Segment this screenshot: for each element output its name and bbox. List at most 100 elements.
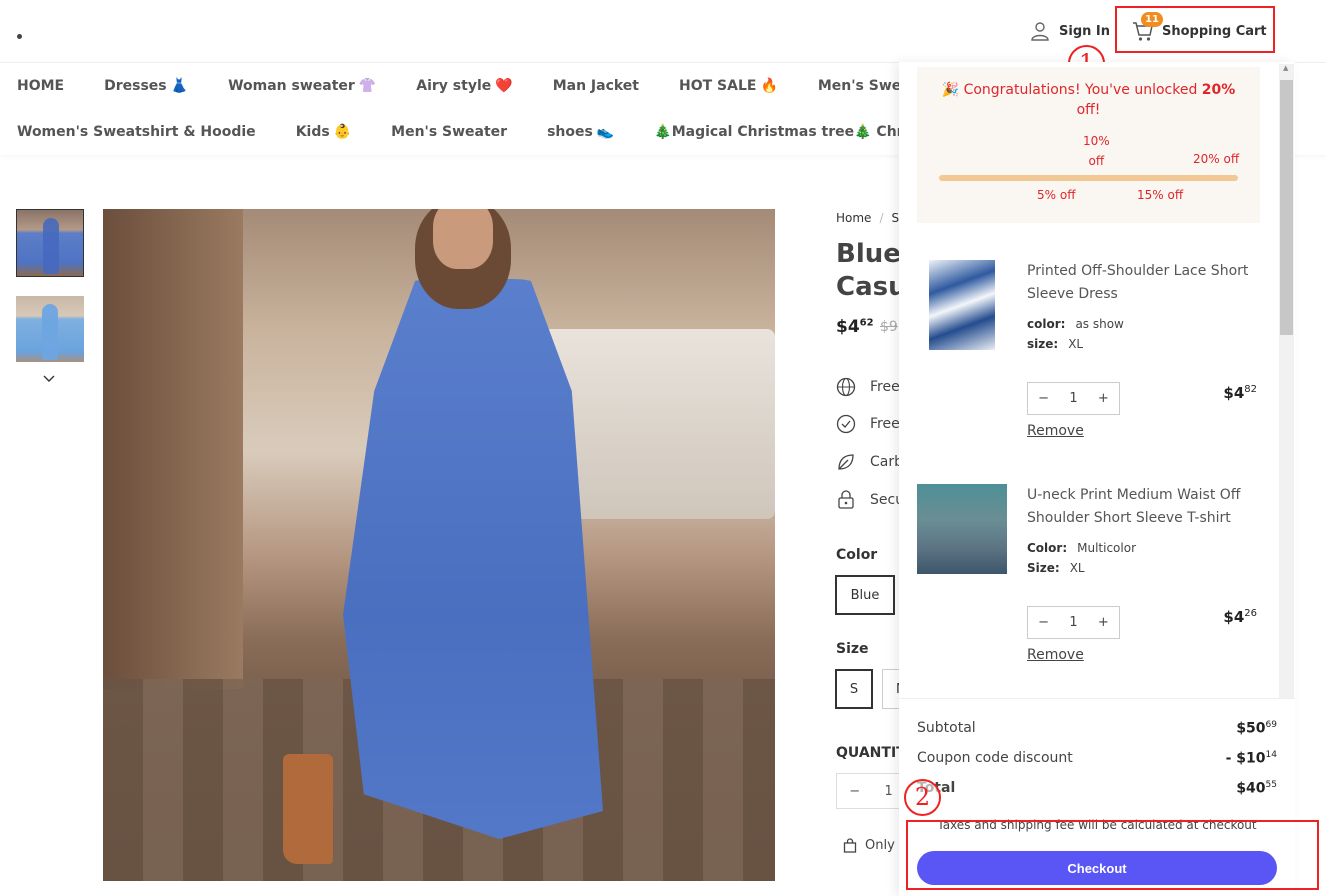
breadcrumb-category[interactable]: S <box>891 211 899 225</box>
nav-item[interactable]: shoes 👟 <box>547 124 614 140</box>
nav-item-label: Men's Sweater <box>391 124 508 140</box>
color-option-blue[interactable]: Blue <box>835 575 895 615</box>
promo-message: 🎉 Congratulations! You've unlocked 20% o… <box>941 82 1236 118</box>
cart-item-attribute: Color: Multicolor <box>1027 541 1137 555</box>
subtotal-label: Subtotal <box>917 720 976 736</box>
promo-banner: 🎉 Congratulations! You've unlocked 20% o… <box>917 67 1260 223</box>
cart-item-attribute: color: as show <box>1027 317 1124 331</box>
annotation-number-2: 2 <box>904 779 941 816</box>
nav-item[interactable]: HOT SALE 🔥 <box>679 78 778 94</box>
nav-item-emoji: 👶 <box>333 124 352 140</box>
nav-row-secondary: Women's Sweatshirt & Hoodie Kids 👶 Men's Sw… <box>17 124 970 140</box>
checkout-button[interactable]: Checkout <box>917 851 1277 885</box>
product-price: $462 <box>836 317 874 337</box>
coupon-row: Coupon code discount - $1014 <box>917 750 1277 767</box>
breadcrumb: Home / S <box>836 211 900 225</box>
tier-5-label: 5% off <box>1037 188 1076 202</box>
leaf-icon <box>838 454 854 470</box>
bag-icon <box>843 838 857 853</box>
annotation-box-cart <box>1115 6 1275 53</box>
total-row: Total $4055 <box>917 780 1277 797</box>
feature-text: Free <box>870 379 900 395</box>
tier-10-label: 10% off <box>1083 134 1110 168</box>
sign-in-label: Sign In <box>1059 23 1110 39</box>
scroll-up-icon[interactable]: ▲ <box>1283 64 1288 72</box>
product-thumbnail[interactable] <box>16 296 84 362</box>
site-logo[interactable] <box>17 34 22 39</box>
cart-item-price: $426 <box>1223 608 1257 626</box>
user-icon <box>1031 22 1049 41</box>
nav-item-label: Dresses <box>104 78 167 94</box>
stock-notice: Only <box>843 838 895 853</box>
cart-item-name[interactable]: Printed Off-Shoulder Lace Short Sleeve D… <box>1027 260 1257 306</box>
feature-text: Free <box>870 416 900 432</box>
nav-row-primary: HOME Dresses 👗 Woman sweater 👚 Airy style ❤️ Ma… <box>17 78 954 94</box>
minus-icon[interactable]: − <box>1038 391 1049 406</box>
breadcrumb-home[interactable]: Home <box>836 211 871 225</box>
cart-item-name[interactable]: U-neck Print Medium Waist Off Shoulder S… <box>1027 484 1257 530</box>
nav-item-emoji: 👗 <box>170 78 189 94</box>
lock-icon <box>838 490 854 509</box>
nav-item-label: Kids <box>295 124 330 140</box>
tier-15-label: 15% off <box>1137 188 1184 202</box>
nav-item[interactable]: Dresses 👗 <box>104 78 188 94</box>
sign-in-link[interactable]: Sign In <box>1030 20 1110 42</box>
color-label: Color <box>836 547 878 563</box>
nav-item-emoji: 👚 <box>358 78 377 94</box>
nav-item-label: HOME <box>17 78 65 94</box>
nav-item-emoji: 👟 <box>596 124 615 140</box>
promo-progress-bar <box>939 175 1238 181</box>
check-circle-icon <box>836 414 856 434</box>
tax-note: Taxes and shipping fee will be calculate… <box>937 818 1257 832</box>
tier-20-label: 20% off <box>1193 152 1240 166</box>
total-value: $4055 <box>1236 780 1277 797</box>
feature-row: Secu <box>836 490 904 510</box>
nav-item-emoji: ❤️ <box>495 78 513 94</box>
plus-icon[interactable]: + <box>1098 391 1109 406</box>
nav-item-label: Airy style <box>416 78 492 94</box>
subtotal-value: $5069 <box>1236 720 1277 737</box>
cart-item-image[interactable] <box>917 484 1007 574</box>
feature-row: Carb <box>836 452 903 472</box>
cart-item-attribute: size: XL <box>1027 337 1084 351</box>
nav-item[interactable]: Woman sweater 👚 <box>228 78 376 94</box>
quantity-stepper[interactable]: − 1 + <box>1027 382 1120 415</box>
size-label: Size <box>836 641 869 657</box>
nav-item-label: HOT SALE <box>678 78 757 94</box>
quantity-value[interactable]: 1 <box>1069 615 1077 630</box>
remove-button[interactable]: Remove <box>1027 647 1084 663</box>
product-main-image[interactable] <box>103 209 775 881</box>
product-old-price: $9 <box>880 319 898 335</box>
nav-item[interactable]: Man Jacket <box>553 78 639 94</box>
minus-icon[interactable]: − <box>1038 615 1049 630</box>
cart-item-attribute: Size: XL <box>1027 561 1085 575</box>
remove-button[interactable]: Remove <box>1027 423 1084 439</box>
product-quantity-value[interactable]: 1 <box>885 784 893 799</box>
globe-icon <box>836 377 856 397</box>
minus-icon[interactable]: − <box>849 784 860 799</box>
quantity-value[interactable]: 1 <box>1069 391 1077 406</box>
feature-row: Free <box>836 377 900 397</box>
cart-scrollbar-thumb[interactable] <box>1280 80 1293 335</box>
cart-item-image[interactable] <box>929 260 995 350</box>
subtotal-row: Subtotal $5069 <box>917 720 1277 737</box>
size-option-s[interactable]: S <box>835 669 873 709</box>
nav-item[interactable]: Airy style ❤️ <box>416 78 512 94</box>
product-thumbnail[interactable] <box>16 209 84 277</box>
plus-icon[interactable]: + <box>1098 615 1109 630</box>
nav-item[interactable]: Men's Sweater <box>391 124 507 140</box>
coupon-value: - $1014 <box>1225 750 1277 767</box>
nav-item[interactable]: HOME <box>17 78 64 94</box>
nav-item[interactable]: Kids 👶 <box>296 124 351 140</box>
nav-item-label: Man Jacket <box>552 78 639 94</box>
nav-item[interactable]: Women's Sweatshirt & Hoodie <box>17 124 256 140</box>
cart-item-price: $482 <box>1223 384 1257 402</box>
nav-item-label: shoes <box>547 124 593 140</box>
nav-item-emoji: 🔥 <box>760 78 778 94</box>
quantity-stepper[interactable]: − 1 + <box>1027 606 1120 639</box>
nav-item-label: Woman sweater <box>228 78 355 94</box>
coupon-label: Coupon code discount <box>917 750 1073 766</box>
product-quantity-stepper[interactable]: − 1 <box>836 773 906 809</box>
quantity-label: QUANTIT <box>836 745 906 761</box>
chevron-down-icon[interactable] <box>43 372 55 386</box>
